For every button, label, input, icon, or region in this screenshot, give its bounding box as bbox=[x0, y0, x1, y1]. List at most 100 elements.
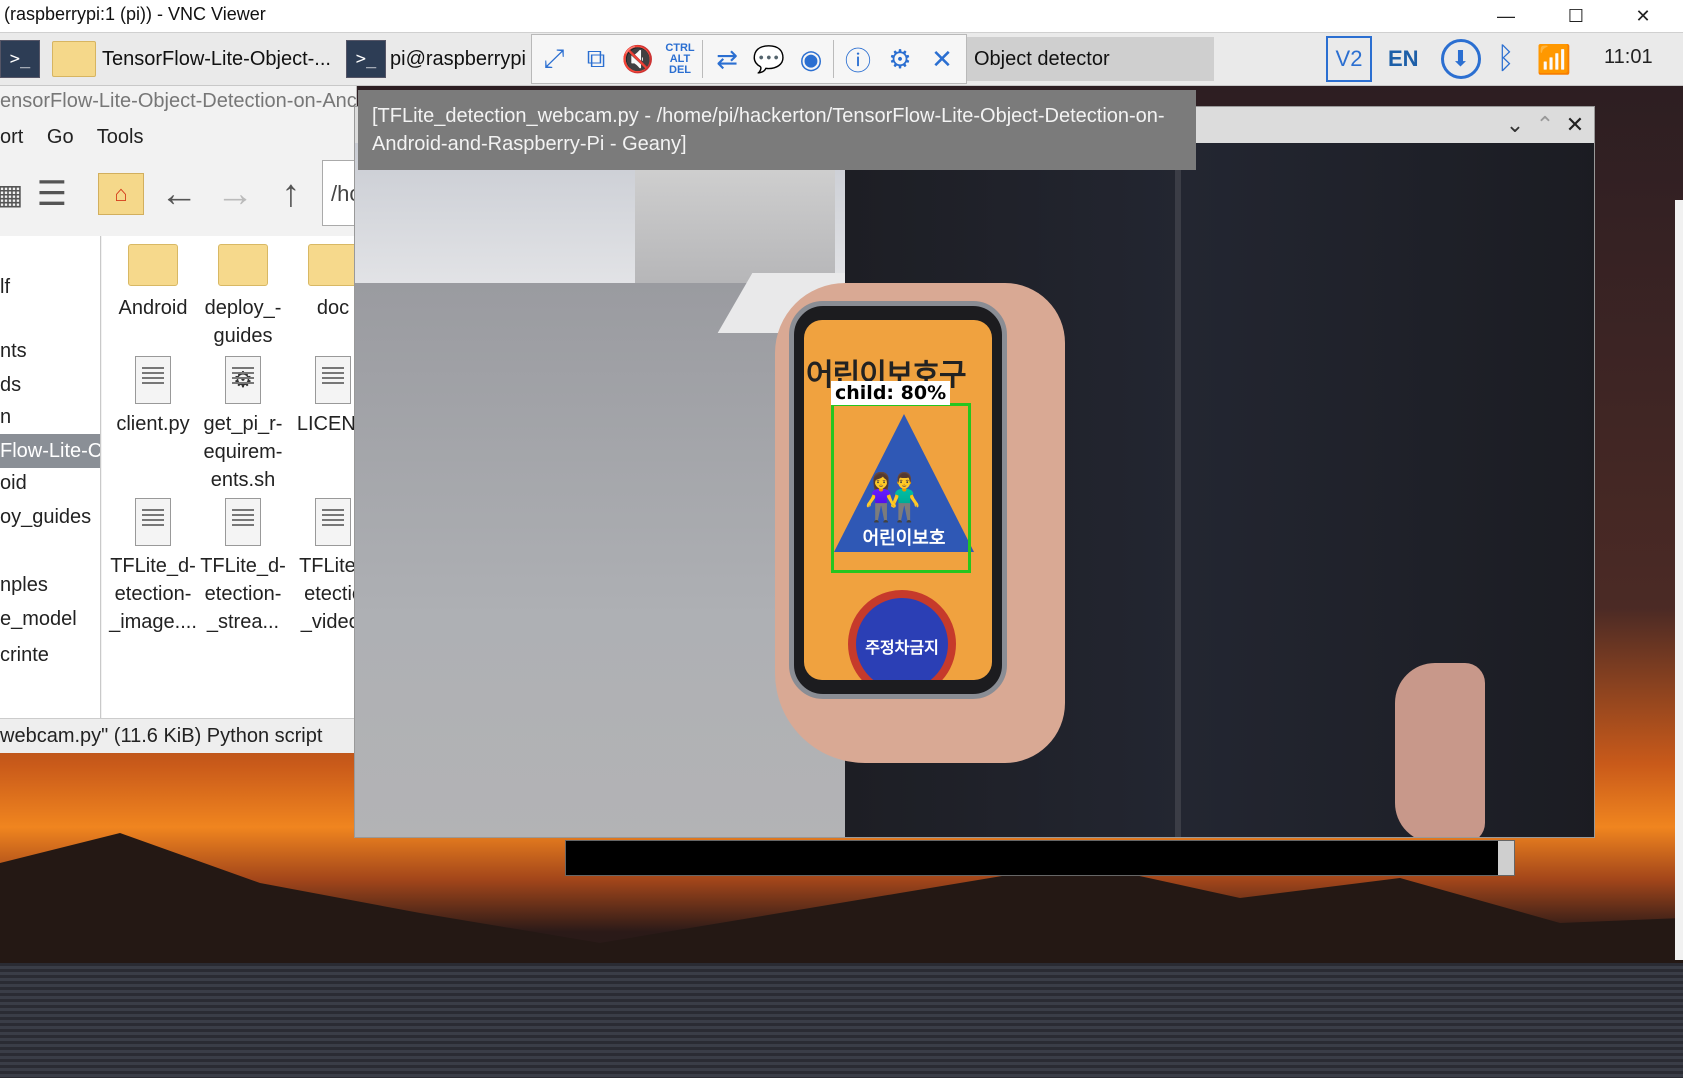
document-icon bbox=[135, 498, 171, 546]
taskbar-terminal[interactable]: >_ bbox=[0, 37, 44, 81]
document-icon bbox=[225, 498, 261, 546]
script-gear-icon: ⚙ bbox=[225, 356, 261, 404]
menu-item-go[interactable]: Go bbox=[47, 126, 74, 148]
background-window-edge bbox=[1675, 200, 1683, 960]
document-icon bbox=[135, 356, 171, 404]
language-indicator[interactable]: EN bbox=[1388, 46, 1419, 72]
sidebar-item[interactable]: n bbox=[0, 406, 11, 429]
chevron-down-icon[interactable]: ⌄ bbox=[1501, 111, 1529, 139]
folder-icon bbox=[128, 244, 178, 286]
detection-label: child: 80% bbox=[831, 381, 951, 405]
detection-box bbox=[831, 403, 971, 573]
fullscreen-icon[interactable]: ⤢ bbox=[534, 39, 574, 79]
chat-icon[interactable]: 💬 bbox=[749, 39, 789, 79]
toolbar-divider bbox=[702, 40, 703, 78]
document-icon bbox=[315, 498, 351, 546]
tooltip-line-2: Android-and-Raspberry-Pi - Geany] bbox=[372, 133, 687, 155]
path-input[interactable]: /hc bbox=[322, 160, 356, 226]
file-manager-window: ensorFlow-Lite-Object-Detection-on-Anc o… bbox=[0, 86, 357, 753]
file-item[interactable]: ⚙ get_pi_r- equirem- ents.sh bbox=[198, 356, 288, 494]
sidebar-item[interactable]: crinte bbox=[0, 644, 49, 667]
clock: 11:01 bbox=[1604, 46, 1653, 68]
vnc-server-icon[interactable]: V2 bbox=[1326, 36, 1372, 82]
wifi-icon[interactable]: 📶 bbox=[1537, 43, 1572, 76]
sidebar-item[interactable]: nples bbox=[0, 574, 48, 597]
maximize-button[interactable]: ☐ bbox=[1548, 0, 1604, 32]
system-tray: V2 EN ⬇ ᛒ 📶 bbox=[1326, 33, 1571, 85]
record-icon[interactable]: ◉ bbox=[791, 39, 831, 79]
sidebar-item-selected[interactable]: Flow-Lite-C bbox=[0, 434, 100, 468]
sidebar-item[interactable]: nts bbox=[0, 340, 27, 363]
home-icon[interactable]: ⌂ bbox=[96, 156, 146, 232]
file-name: client.py bbox=[116, 413, 190, 435]
sidebar-item[interactable]: ds bbox=[0, 374, 21, 397]
taskbar-object-detector[interactable]: Object detector bbox=[966, 37, 1214, 81]
file-item[interactable]: TFLite_d- etection- _strea... bbox=[198, 498, 288, 636]
sidebar-item[interactable]: lf bbox=[0, 276, 10, 299]
file-item[interactable]: TFLite_ etectic _video. bbox=[288, 498, 356, 636]
scrollbar[interactable] bbox=[1498, 841, 1514, 875]
window-tooltip: [TFLite_detection_webcam.py - /home/pi/h… bbox=[358, 90, 1196, 170]
info-icon[interactable]: ⓘ bbox=[838, 39, 878, 79]
file-name: Android bbox=[118, 297, 188, 319]
settings-icon[interactable]: ⚙ bbox=[880, 39, 920, 79]
chevron-up-icon[interactable]: ⌃ bbox=[1531, 111, 1559, 139]
taskbar-object-detector-label: Object detector bbox=[974, 47, 1110, 70]
hand-right bbox=[1395, 663, 1485, 837]
terminal-icon: >_ bbox=[346, 40, 386, 78]
object-detector-window: ⌄ ⌃ ✕ 어린이보호구 👫 어린이보호 주정차금지 FPS: 2.37 chi… bbox=[354, 106, 1595, 838]
taskbar-file-manager[interactable]: TensorFlow-Lite-Object-... bbox=[52, 37, 336, 81]
taskbar-terminal-pi[interactable]: >_ pi@raspberrypi bbox=[346, 37, 530, 81]
scale-icon[interactable]: ⧉ bbox=[576, 39, 616, 79]
folder-icon bbox=[218, 244, 268, 286]
file-manager-menubar: ort Go Tools bbox=[0, 126, 162, 149]
folder-icon bbox=[308, 244, 356, 286]
file-item[interactable]: deploy_- guides bbox=[198, 244, 288, 350]
close-icon[interactable]: ✕ bbox=[922, 39, 962, 79]
mute-icon[interactable]: 🔇 bbox=[618, 39, 658, 79]
jacket-zipper bbox=[1175, 143, 1181, 837]
sidebar-item[interactable]: e_model bbox=[0, 608, 77, 631]
document-icon bbox=[315, 356, 351, 404]
terminal-window-strip bbox=[565, 840, 1515, 876]
icon-view-icon[interactable]: ▦ bbox=[0, 156, 23, 232]
file-name: get_pi_r- equirem- ents.sh bbox=[203, 413, 283, 491]
minimize-button[interactable]: — bbox=[1478, 0, 1534, 32]
file-name: TFLite_d- etection- _strea... bbox=[200, 555, 286, 633]
sidebar-item[interactable]: oid bbox=[0, 472, 27, 495]
menu-item[interactable]: ort bbox=[0, 126, 23, 148]
file-item[interactable]: TFLite_d- etection- _image.... bbox=[108, 498, 198, 636]
tooltip-line-1: [TFLite_detection_webcam.py - /home/pi/h… bbox=[372, 105, 1165, 127]
bluetooth-icon[interactable]: ᛒ bbox=[1497, 42, 1515, 76]
file-name: TFLite_d- etection- _image.... bbox=[109, 555, 197, 633]
file-manager-title: ensorFlow-Lite-Object-Detection-on-Anc bbox=[0, 90, 357, 112]
toolbar-divider bbox=[833, 40, 834, 78]
taskbar-file-manager-label: TensorFlow-Lite-Object-... bbox=[102, 47, 331, 70]
close-button[interactable]: ✕ bbox=[1615, 0, 1671, 32]
file-name: deploy_- guides bbox=[204, 297, 282, 347]
sidebar-item[interactable]: oy_guides bbox=[0, 506, 91, 529]
folder-icon bbox=[52, 41, 96, 77]
window-title: (raspberrypi:1 (pi)) - VNC Viewer bbox=[4, 4, 266, 24]
up-arrow-icon[interactable]: ↑ bbox=[266, 156, 316, 232]
forward-arrow-icon[interactable]: → bbox=[210, 156, 260, 232]
close-icon[interactable]: ✕ bbox=[1561, 111, 1589, 139]
transfer-icon[interactable]: ⇄ bbox=[707, 39, 747, 79]
file-item[interactable]: LICENS bbox=[288, 356, 356, 438]
list-view-icon[interactable]: ☰ bbox=[26, 156, 78, 232]
back-arrow-icon[interactable]: ← bbox=[154, 156, 204, 232]
vnc-titlebar: (raspberrypi:1 (pi)) - VNC Viewer — ☐ ✕ bbox=[0, 0, 1683, 33]
ctrl-alt-del-icon[interactable]: CTRL ALT DEL bbox=[660, 39, 700, 79]
file-item[interactable]: Android bbox=[108, 244, 198, 322]
menu-item-tools[interactable]: Tools bbox=[97, 126, 144, 148]
file-name: TFLite_ etectic _video. bbox=[299, 555, 356, 633]
file-list: Android deploy_- guides doc client.py ⚙ … bbox=[102, 236, 356, 718]
vnc-toolbar: ⤢ ⧉ 🔇 CTRL ALT DEL ⇄ 💬 ◉ ⓘ ⚙ ✕ bbox=[531, 34, 967, 84]
file-name: LICENS bbox=[296, 413, 356, 435]
status-bar: webcam.py" (11.6 KiB) Python script bbox=[0, 718, 356, 753]
file-item[interactable]: doc bbox=[288, 244, 356, 322]
download-icon[interactable]: ⬇ bbox=[1440, 39, 1481, 79]
file-item[interactable]: client.py bbox=[108, 356, 198, 438]
lake-water bbox=[0, 963, 1683, 1078]
sign-bottom-text: 주정차금지 bbox=[865, 638, 939, 657]
